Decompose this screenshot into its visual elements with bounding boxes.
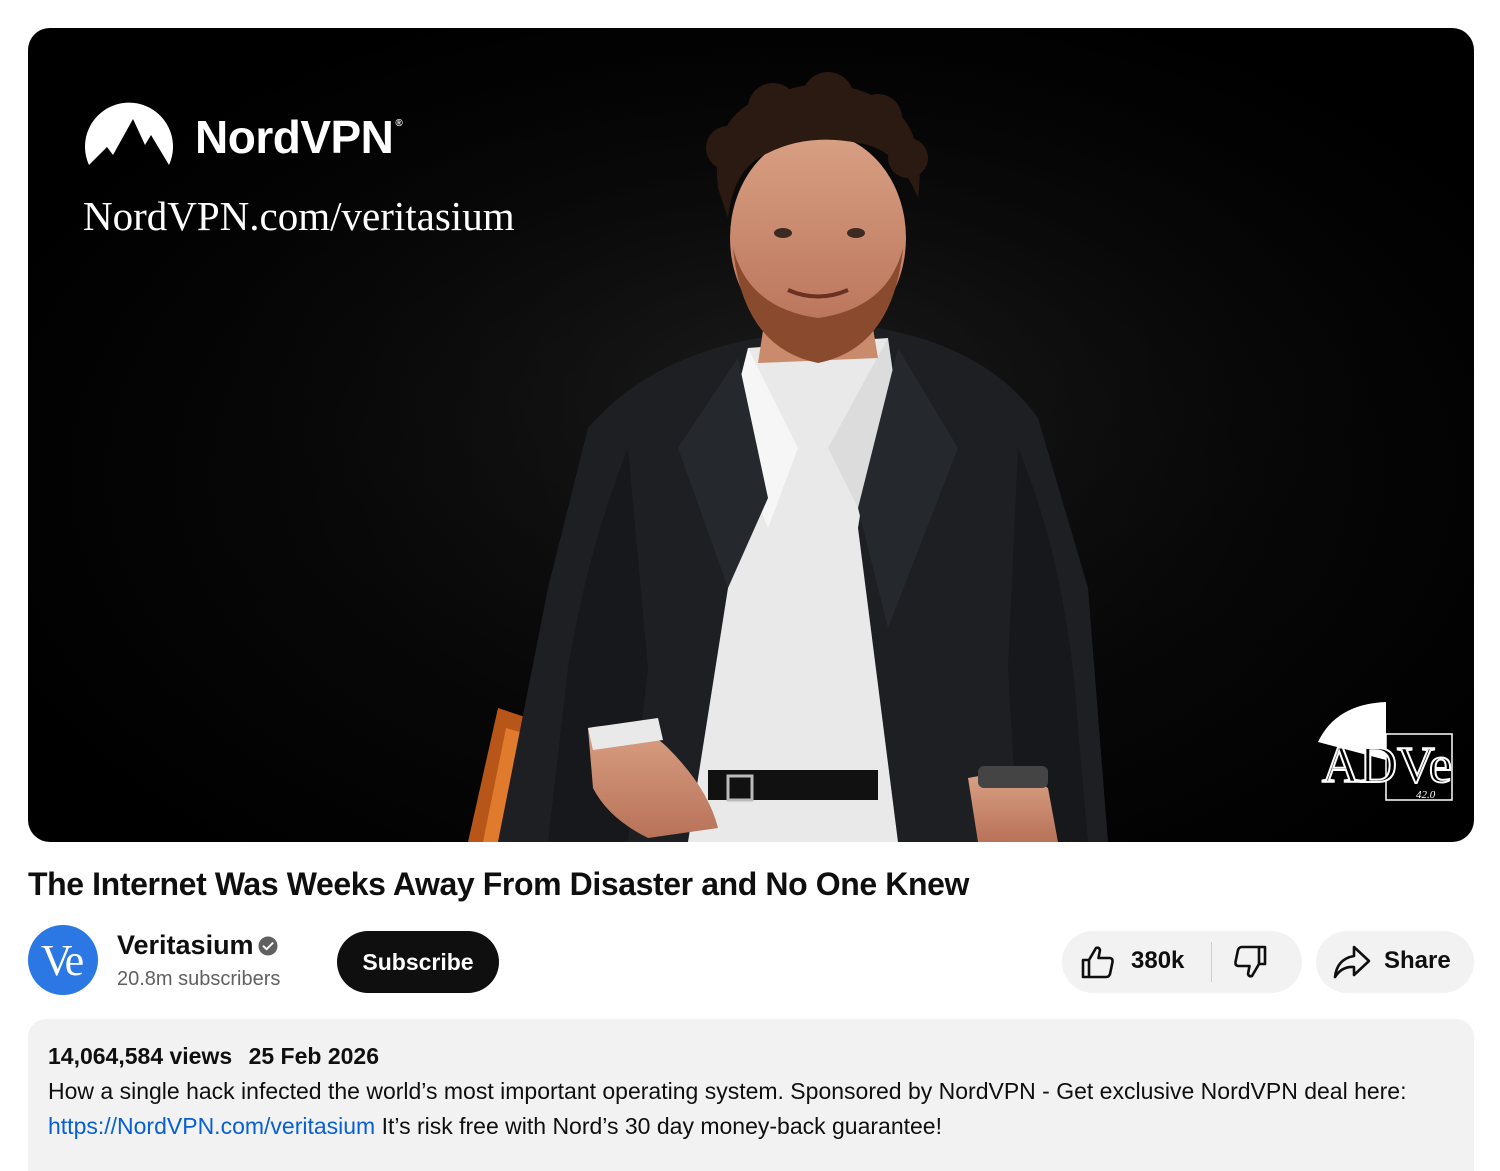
view-count: 14,064,584 views — [48, 1043, 233, 1069]
thumbs-up-icon — [1081, 946, 1114, 979]
channel-avatar[interactable]: Ve — [28, 925, 98, 995]
thumbs-down-icon — [1234, 945, 1267, 978]
share-arrow-icon — [1333, 945, 1371, 979]
like-button[interactable]: 380k — [1062, 931, 1212, 993]
description-box[interactable]: 14,064,584 views 25 Feb 2026 How a singl… — [28, 1019, 1474, 1171]
channel-name[interactable]: Veritasium — [117, 930, 254, 961]
svg-text:42.0: 42.0 — [1416, 789, 1436, 801]
video-player[interactable]: NordVPN ® NordVPN.com/veritasium ADVe 42.… — [28, 28, 1474, 842]
publish-date: 25 Feb 2026 — [248, 1043, 379, 1069]
like-dislike-group: 380k — [1062, 931, 1302, 993]
description-text: How a single hack infected the world’s m… — [48, 1078, 1407, 1139]
video-title: The Internet Was Weeks Away From Disaste… — [28, 866, 970, 902]
verified-check-icon — [258, 936, 278, 956]
subscriber-count: 20.8m subscribers — [117, 968, 281, 990]
like-count: 380k — [1131, 947, 1185, 974]
share-label: Share — [1384, 947, 1451, 974]
view-count-and-date: 14,064,584 views 25 Feb 2026 — [48, 1043, 379, 1070]
sponsor-url: NordVPN.com/veritasium — [83, 193, 515, 239]
share-button[interactable]: Share — [1316, 931, 1474, 993]
nordvpn-logo-icon — [85, 102, 173, 165]
svg-text:ADVe: ADVe — [1322, 737, 1452, 794]
subscribe-button[interactable]: Subscribe — [337, 931, 499, 993]
channel-watermark-logo[interactable]: ADVe 42.0 — [1316, 700, 1456, 804]
sponsor-brand: NordVPN ® — [195, 111, 403, 163]
description-link[interactable]: https://NordVPN.com/veritasium — [48, 1113, 375, 1139]
dislike-button[interactable] — [1212, 931, 1302, 993]
